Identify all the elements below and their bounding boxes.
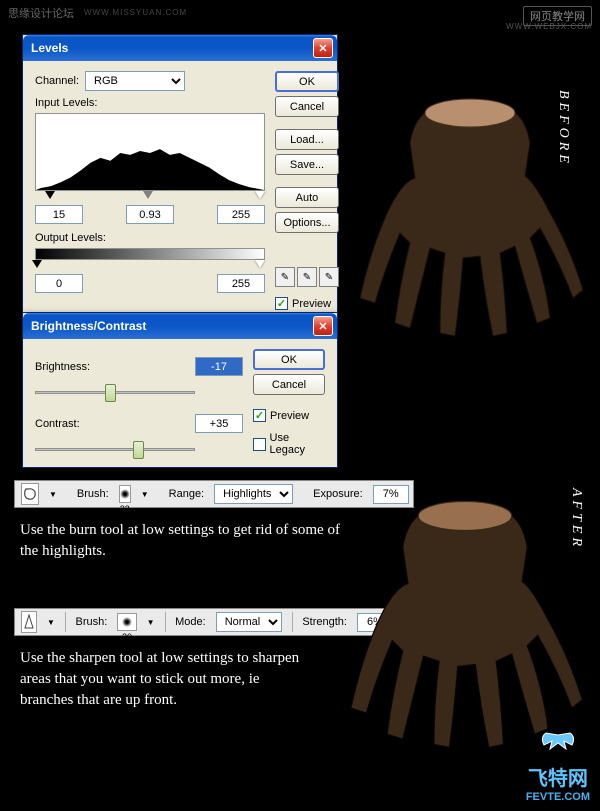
levels-dialog: Levels ✕ Channel: RGB Input Levels: xyxy=(22,34,338,321)
eyedropper-white-icon[interactable]: ✎ xyxy=(319,267,339,287)
levels-titlebar[interactable]: Levels ✕ xyxy=(23,35,337,61)
brush-label: Brush: xyxy=(76,616,108,628)
cancel-button[interactable]: Cancel xyxy=(253,374,325,395)
brush-label: Brush: xyxy=(77,488,109,500)
contrast-label: Contrast: xyxy=(35,418,113,430)
chevron-down-icon[interactable]: ▼ xyxy=(49,490,57,499)
wings-icon xyxy=(526,731,590,762)
range-label: Range: xyxy=(169,488,204,500)
input-midtone[interactable] xyxy=(126,205,174,224)
contrast-input[interactable] xyxy=(195,414,243,433)
preview-label: Preview xyxy=(292,298,331,310)
cancel-button[interactable]: Cancel xyxy=(275,96,339,117)
mode-select[interactable]: Normal xyxy=(216,612,282,632)
ok-button[interactable]: OK xyxy=(275,71,339,92)
input-shadow[interactable] xyxy=(35,205,83,224)
output-slider[interactable] xyxy=(35,260,265,270)
preview-checkbox[interactable]: ✓ xyxy=(275,297,288,310)
histogram xyxy=(35,113,265,191)
mode-label: Mode: xyxy=(175,616,206,628)
legacy-label: Use Legacy xyxy=(270,432,326,456)
chevron-down-icon[interactable]: ▼ xyxy=(47,618,55,627)
brightness-label: Brightness: xyxy=(35,361,113,373)
brightness-contrast-dialog: Brightness/Contrast ✕ Brightness: Contra… xyxy=(22,312,338,468)
load-button[interactable]: Load... xyxy=(275,129,339,150)
output-highlight[interactable] xyxy=(217,274,265,293)
bc-title: Brightness/Contrast xyxy=(31,319,313,333)
after-label: AFTER xyxy=(568,488,584,550)
sharpen-tool-icon[interactable] xyxy=(21,611,37,633)
site-logo: 飞特网 FEVTE.COM xyxy=(526,731,590,803)
bc-titlebar[interactable]: Brightness/Contrast ✕ xyxy=(23,313,337,339)
before-label: BEFORE xyxy=(555,90,571,167)
output-gradient xyxy=(35,248,265,260)
ok-button[interactable]: OK xyxy=(253,349,325,370)
auto-button[interactable]: Auto xyxy=(275,187,339,208)
eyedropper-gray-icon[interactable]: ✎ xyxy=(297,267,317,287)
save-button[interactable]: Save... xyxy=(275,154,339,175)
brush-preview[interactable]: 30 xyxy=(117,613,136,631)
brush-preview[interactable]: 22 xyxy=(119,485,131,503)
brightness-input[interactable] xyxy=(195,357,243,376)
channel-select[interactable]: RGB xyxy=(85,71,185,91)
levels-title: Levels xyxy=(31,41,313,55)
sharpen-instruction: Use the sharpen tool at low settings to … xyxy=(20,648,300,711)
legacy-checkbox[interactable]: ✓ xyxy=(253,438,266,451)
chevron-down-icon[interactable]: ▼ xyxy=(147,618,155,627)
close-icon[interactable]: ✕ xyxy=(313,38,333,58)
channel-label: Channel: xyxy=(35,75,79,87)
after-image xyxy=(335,490,595,760)
preview-checkbox[interactable]: ✓ xyxy=(253,409,266,422)
range-select[interactable]: Highlights xyxy=(214,484,293,504)
input-levels-label: Input Levels: xyxy=(35,97,265,109)
output-levels-label: Output Levels: xyxy=(35,232,265,244)
input-highlight[interactable] xyxy=(217,205,265,224)
close-icon[interactable]: ✕ xyxy=(313,316,333,336)
burn-instruction: Use the burn tool at low settings to get… xyxy=(20,520,360,562)
contrast-slider[interactable] xyxy=(35,441,195,457)
brightness-slider[interactable] xyxy=(35,384,195,400)
preview-label: Preview xyxy=(270,410,309,422)
output-shadow[interactable] xyxy=(35,274,83,293)
chevron-down-icon[interactable]: ▼ xyxy=(141,490,149,499)
options-button[interactable]: Options... xyxy=(275,212,339,233)
burn-tool-icon[interactable] xyxy=(21,483,39,505)
eyedropper-black-icon[interactable]: ✎ xyxy=(275,267,295,287)
input-slider[interactable] xyxy=(35,191,265,201)
watermark-site-url: WWW.MISSYUAN.COM xyxy=(84,8,187,17)
watermark-site-cn: 思缘设计论坛 xyxy=(8,5,74,21)
watermark-site2-url: WWW.WEBJX.COM xyxy=(506,22,592,31)
